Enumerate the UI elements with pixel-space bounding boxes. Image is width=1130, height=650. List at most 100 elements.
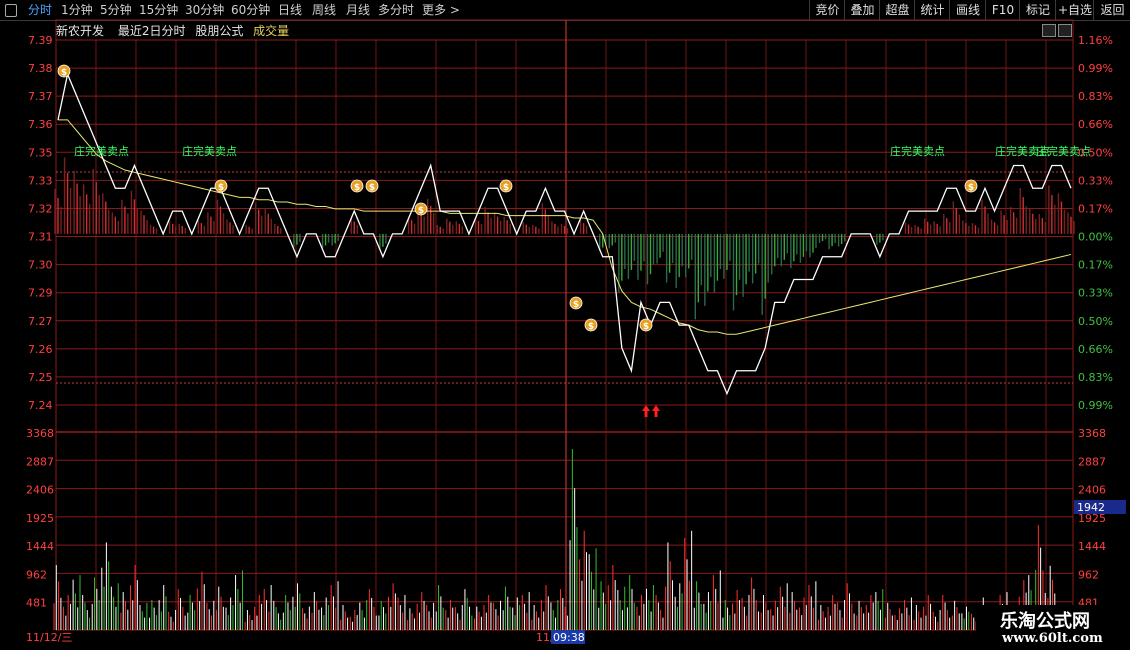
- money-bag-symbol: $: [968, 183, 974, 193]
- plot-border: [55, 19, 1074, 631]
- tab-2[interactable]: 5分钟: [100, 0, 132, 20]
- buy-arrow-icon: [642, 405, 650, 417]
- price-label-left: 7.37: [28, 90, 53, 103]
- volume-label-left: 962: [26, 568, 47, 581]
- indicator-label: 成交量: [253, 24, 290, 38]
- money-bag-symbol: $: [369, 183, 375, 193]
- pct-label-right: 0.83%: [1078, 371, 1113, 384]
- pct-label-right: 0.33%: [1078, 287, 1113, 300]
- money-bag-symbol: $: [61, 68, 67, 78]
- toolbar-button-8[interactable]: 返回: [1093, 0, 1130, 20]
- tab-5[interactable]: 60分钟: [231, 0, 270, 20]
- period-label: 最近2日分时: [117, 24, 186, 38]
- tab-4[interactable]: 30分钟: [185, 0, 224, 20]
- sell-signal-label: 庄完美卖点: [1036, 144, 1091, 158]
- toolbar-button-5[interactable]: F10: [985, 0, 1020, 20]
- money-bag-symbol: $: [418, 206, 424, 216]
- price-line: [57, 72, 1072, 396]
- money-bag-symbol: $: [503, 183, 509, 193]
- formula-label: 股朋公式: [195, 24, 244, 38]
- toolbar-button-0[interactable]: 竞价: [809, 0, 845, 20]
- tab-6[interactable]: 日线: [278, 0, 302, 20]
- volume-bars: [53, 449, 1056, 630]
- stock-name: 新农开发: [56, 24, 105, 38]
- pct-label-right: 0.66%: [1078, 343, 1113, 356]
- sell-signal-label: 庄完美卖点: [995, 144, 1050, 158]
- money-bag-symbol: $: [643, 322, 649, 332]
- tab-9[interactable]: 多分时: [378, 0, 414, 20]
- money-bag-symbol: $: [573, 300, 579, 310]
- watermark: 乐淘公式网 www.60lt.com: [976, 605, 1126, 649]
- signal-markers: $$ $ $$$$$ $$庄完美卖点 庄完美卖点 庄完美卖点 庄完美卖点庄完美卖点: [57, 64, 1091, 417]
- price-label-left: 7.29: [28, 287, 53, 300]
- volume-label-right: 1925: [1078, 512, 1106, 525]
- price-label-left: 7.31: [28, 231, 53, 244]
- tab-1[interactable]: 1分钟: [61, 0, 93, 20]
- price-label-left: 7.26: [28, 343, 53, 356]
- toolbar-button-2[interactable]: 超盘: [879, 0, 915, 20]
- buy-arrow-icon: [652, 405, 660, 417]
- tab-0[interactable]: 分时: [28, 0, 52, 20]
- price-label-left: 7.33: [28, 174, 53, 187]
- pct-label-right: 0.00%: [1078, 231, 1113, 244]
- pct-label-right: 0.50%: [1078, 315, 1113, 328]
- toolbar-button-3[interactable]: 统计: [914, 0, 950, 20]
- pct-label-right: 0.17%: [1078, 259, 1113, 272]
- money-bag-icon: [569, 296, 583, 310]
- intraday-chart: $$ $ $$$$$ $$庄完美卖点 庄完美卖点 庄完美卖点 庄完美卖点庄完美卖点 7.39…: [26, 19, 1126, 644]
- watermark-url: www.60lt.com: [1002, 631, 1103, 646]
- date-label-day2: 11/: [536, 631, 554, 644]
- volume-label-left: 481: [26, 597, 47, 610]
- price-label-left: 7.39: [28, 34, 53, 47]
- money-bag-icon: [584, 318, 598, 332]
- period-toolbar: 分时 1分钟 5分钟 15分钟 30分钟 60分钟 日线 周线 月线 多分时 更多 > 竞价 叠加 超盘…: [0, 0, 1130, 21]
- money-bag-icon: [639, 318, 653, 332]
- tab-10[interactable]: 更多 >: [422, 0, 460, 20]
- tab-8[interactable]: 月线: [346, 0, 370, 20]
- volume-label-right: 1444: [1078, 540, 1106, 553]
- price-label-left: 7.25: [28, 371, 53, 384]
- panel-settings-icon[interactable]: [1042, 24, 1056, 37]
- price-label-left: 7.30: [28, 259, 53, 272]
- current-volume-value: 1942: [1077, 501, 1105, 514]
- price-label-left: 7.24: [28, 399, 53, 412]
- signal-bars: [54, 157, 1075, 320]
- pct-label-right: 0.99%: [1078, 399, 1113, 412]
- pct-label-right: 0.66%: [1078, 118, 1113, 131]
- toolbar-button-1[interactable]: 叠加: [844, 0, 880, 20]
- money-bag-icon: [365, 179, 379, 193]
- pct-label-right: 1.16%: [1078, 34, 1113, 47]
- sell-signal-label: 庄完美卖点: [74, 144, 129, 158]
- volume-label-left: 3368: [26, 427, 54, 440]
- toolbar-button-7[interactable]: +自选: [1055, 0, 1094, 20]
- tab-7[interactable]: 周线: [312, 0, 336, 20]
- volume-label-right: 2406: [1078, 484, 1106, 497]
- money-bag-icon: [57, 64, 71, 78]
- volume-label-left: 1444: [26, 540, 54, 553]
- toolbar-button-6[interactable]: 标记: [1019, 0, 1056, 20]
- toolbar-button-4[interactable]: 画线: [949, 0, 986, 20]
- cursor-time-label: 09:38: [553, 631, 585, 644]
- price-label-left: 7.35: [28, 146, 53, 159]
- chart-grid: [55, 19, 1074, 631]
- volume-label-right: 962: [1078, 568, 1099, 581]
- volume-label-right: 3368: [1078, 427, 1106, 440]
- volume-label-left: 2406: [26, 484, 54, 497]
- chart-info-bar: 新农开发 最近2日分时 股朋公式 成交量: [56, 23, 295, 39]
- sell-signal-label: 庄完美卖点: [890, 144, 945, 158]
- volume-label-left: 1925: [26, 512, 54, 525]
- panel-expand-icon[interactable]: [1058, 24, 1072, 37]
- window-icon[interactable]: [5, 4, 17, 17]
- money-bag-symbol: $: [354, 183, 360, 193]
- price-label-left: 7.27: [28, 315, 53, 328]
- money-bag-icon: [414, 202, 428, 216]
- current-volume-tag: [1074, 500, 1126, 514]
- tab-3[interactable]: 15分钟: [139, 0, 178, 20]
- pct-label-right: 0.33%: [1078, 174, 1113, 187]
- price-label-left: 7.32: [28, 202, 53, 215]
- money-bag-icon: [350, 179, 364, 193]
- volume-label-left: 2887: [26, 455, 54, 468]
- average-price-line: [58, 119, 1072, 335]
- watermark-title: 乐淘公式网: [1000, 611, 1090, 632]
- date-label-day1: 11/12/三: [26, 631, 72, 644]
